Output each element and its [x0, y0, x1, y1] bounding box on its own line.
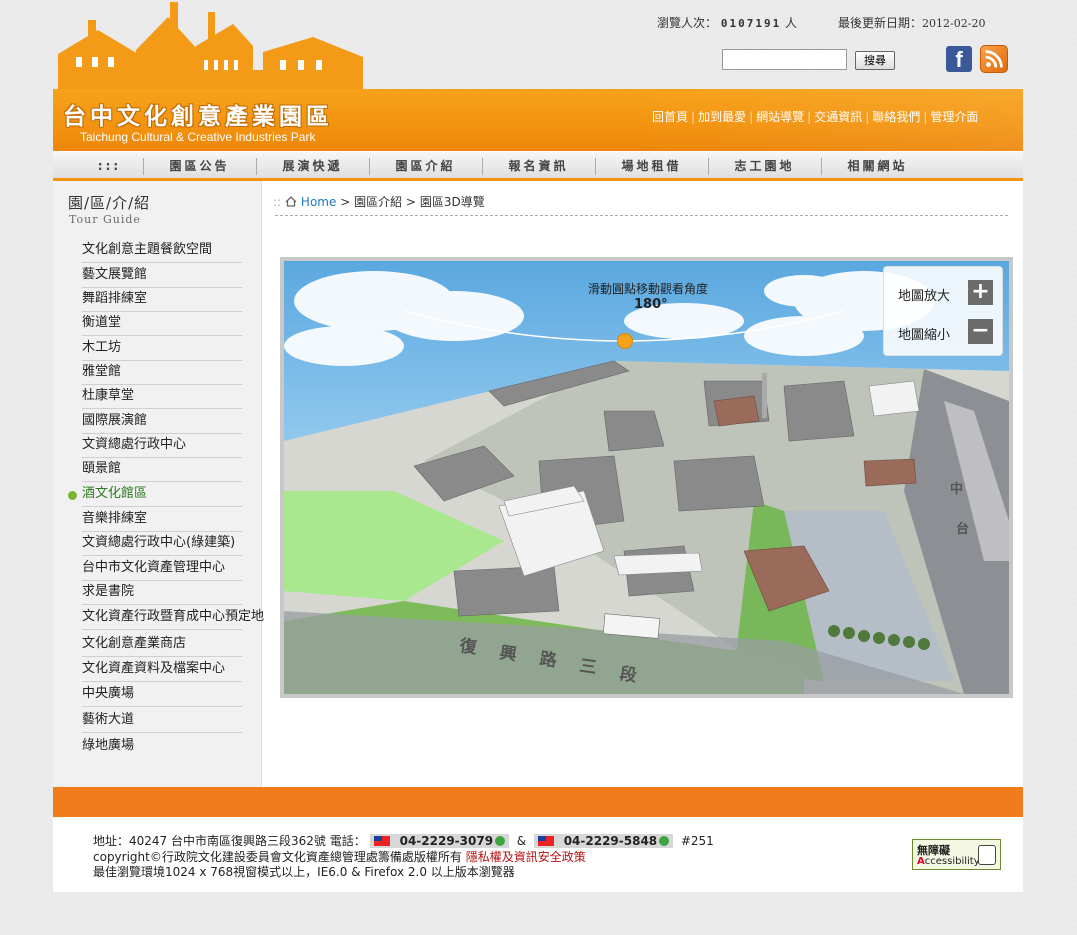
- sidebar-item[interactable]: 藝術大道: [82, 709, 242, 733]
- nav-item-announcements[interactable]: 園區公告: [143, 152, 256, 180]
- visitor-label: 瀏覽人次：: [657, 16, 718, 30]
- road-label: 中: [950, 481, 963, 496]
- sidebar-item[interactable]: 中央廣場: [82, 683, 242, 707]
- breadcrumb-home[interactable]: Home: [301, 195, 336, 209]
- nav-item-park-intro[interactable]: 園區介紹: [369, 152, 482, 180]
- sidebar-item[interactable]: 文資總處行政中心: [82, 434, 242, 458]
- top-links: 回首頁 | 加到最愛 | 網站導覽 | 交通資訊 | 聯絡我們 | 管理介面: [652, 110, 979, 124]
- zoom-panel: 地圖放大 + 地圖縮小 −: [883, 266, 1003, 356]
- zoom-in-button[interactable]: +: [968, 280, 993, 305]
- sidebar-item[interactable]: 求是書院: [82, 581, 242, 605]
- phone-1: 04-2229-3079: [399, 834, 494, 848]
- map-angle-indicator: 180°: [634, 297, 668, 312]
- sidebar-item[interactable]: 台中市文化資產管理中心: [82, 557, 242, 581]
- last-update-label: 最後更新日期：: [838, 16, 923, 30]
- sidebar-item[interactable]: 衡道堂: [82, 312, 242, 336]
- phone-ext: #251: [680, 834, 714, 848]
- address: 40247 台中市南區復興路三段362號: [129, 834, 326, 848]
- site-title[interactable]: 台中文化創意產業園區: [63, 97, 333, 131]
- sidebar-item[interactable]: 綠地廣場: [82, 735, 242, 759]
- zoom-out-label[interactable]: 地圖縮小: [898, 324, 950, 343]
- sidebar-item[interactable]: 木工坊: [82, 337, 242, 361]
- nav-item-performances[interactable]: 展演快遞: [256, 152, 369, 180]
- search-button[interactable]: 搜尋: [855, 51, 895, 70]
- top-link-favorite[interactable]: 加到最愛: [698, 110, 746, 124]
- nav-item-venue-rental[interactable]: 場地租借: [595, 152, 708, 180]
- accessibility-badge[interactable]: 無障礙 Accessibility: [912, 839, 1001, 870]
- breadcrumb-sep: >: [340, 195, 351, 209]
- sidebar-item[interactable]: 藝文展覽館: [82, 264, 242, 288]
- sidebar-item[interactable]: 雅堂館: [82, 361, 242, 385]
- site-subtitle: Taichung Cultural & Creative Industries …: [80, 130, 316, 144]
- sidebar-item[interactable]: 文化資產資料及檔案中心: [82, 658, 242, 682]
- accessibility-sub: Accessibility: [917, 856, 980, 867]
- home-icon: [285, 196, 297, 207]
- breadcrumb-current: 園區3D導覽: [419, 195, 485, 209]
- map-hint: 滑動圓點移動觀看角度: [588, 282, 709, 296]
- visitor-unit: 人: [785, 16, 798, 30]
- breadcrumb-level1[interactable]: 園區介紹: [354, 195, 402, 209]
- breadcrumb-sep: >: [405, 195, 416, 209]
- copyright: copyright©行政院文化建設委員會文化資產總管理處籌備處版權所有: [93, 850, 462, 864]
- top-link-sitemap[interactable]: 網站導覽: [756, 110, 804, 124]
- flag-icon: [537, 836, 554, 846]
- castle-logo: [58, 2, 363, 92]
- phone-box-2[interactable]: 04-2229-5848: [533, 834, 674, 848]
- nav-item-related-sites[interactable]: 相關網站: [821, 152, 934, 180]
- address-label: 地址：: [93, 834, 130, 848]
- road-label: 台: [956, 521, 969, 536]
- main-nav: ::: 園區公告 展演快遞 園區介紹 報名資訊 場地租借 志工園地 相關網站: [53, 151, 1023, 180]
- top-link-admin[interactable]: 管理介面: [930, 110, 978, 124]
- footer-bar: [53, 787, 1023, 817]
- accessibility-sub-text: ccessibility: [924, 856, 980, 867]
- visitor-count: 0107191: [720, 17, 782, 30]
- accessibility-a: A: [917, 856, 925, 867]
- visitor-counter: 瀏覽人次： 0107191 人: [657, 14, 797, 31]
- sidebar-item[interactable]: 音樂排練室: [82, 508, 242, 532]
- angle-slider-handle[interactable]: [617, 333, 633, 349]
- accessibility-icon: [978, 845, 996, 865]
- rss-icon[interactable]: [980, 45, 1008, 73]
- road-label: 三: [578, 656, 597, 677]
- breadcrumb-divider: [275, 215, 1008, 216]
- top-link-home[interactable]: 回首頁: [652, 110, 688, 124]
- last-update: 最後更新日期：2012-02-20: [838, 14, 985, 31]
- phone-2: 04-2229-5848: [563, 834, 658, 848]
- search-input[interactable]: [722, 49, 847, 70]
- active-bullet-icon: [68, 491, 77, 500]
- breadcrumb: :: Home > 園區介紹 > 園區3D導覽: [273, 195, 485, 209]
- privacy-policy-link[interactable]: 隱私權及資訊安全政策: [466, 850, 586, 864]
- sidebar-item[interactable]: 杜康草堂: [82, 385, 242, 409]
- phone-box-1[interactable]: 04-2229-3079: [369, 834, 510, 848]
- phone-icon: [659, 836, 670, 846]
- sidebar-item[interactable]: 頤景館: [82, 458, 242, 482]
- last-update-date: 2012-02-20: [922, 17, 986, 30]
- footer-address-line: 地址：40247 台中市南區復興路三段362號 電話： 04-2229-3079…: [93, 832, 714, 849]
- zoom-in-label[interactable]: 地圖放大: [898, 285, 950, 304]
- zoom-out-button[interactable]: −: [968, 319, 993, 344]
- road-label: 段: [618, 663, 638, 685]
- sidebar-item[interactable]: 國際展演館: [82, 410, 242, 434]
- phone-icon: [495, 836, 506, 846]
- road-label: 興: [498, 642, 518, 664]
- sidebar-item[interactable]: 舞蹈排練室: [82, 288, 242, 312]
- phone-label: 電話：: [329, 834, 366, 848]
- top-link-traffic[interactable]: 交通資訊: [814, 110, 862, 124]
- sidebar-item[interactable]: 文化創意主題餐飲空間: [82, 239, 242, 263]
- sidebar-item[interactable]: 文化創意產業商店: [82, 633, 242, 657]
- facebook-icon[interactable]: f: [946, 46, 972, 72]
- top-link-contact[interactable]: 聯絡我們: [872, 110, 920, 124]
- footer-browser-note: 最佳瀏覽環境1024 x 768視窗模式以上，IE6.0 & Firefox 2…: [93, 865, 515, 879]
- nav-item-volunteers[interactable]: 志工園地: [708, 152, 821, 180]
- sidebar-item[interactable]: 文資總處行政中心(綠建築): [82, 532, 242, 556]
- sidebar-subtitle: Tour Guide: [69, 213, 141, 226]
- flag-icon: [373, 836, 390, 846]
- sidebar-item-active[interactable]: 酒文化館區: [82, 483, 242, 507]
- sidebar-title: 園/區/介/紹: [68, 194, 151, 212]
- nav-item-registration[interactable]: 報名資訊: [482, 152, 595, 180]
- sidebar-item[interactable]: 文化資產行政暨育成中心預定地: [82, 606, 264, 630]
- phone-amp: &: [516, 834, 527, 848]
